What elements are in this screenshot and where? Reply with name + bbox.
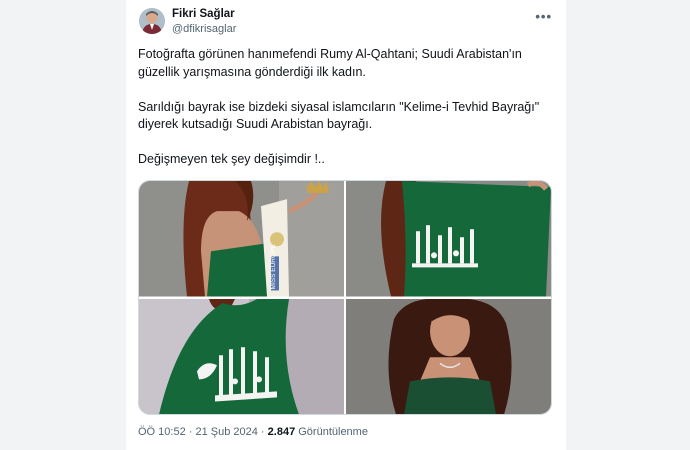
photo-4[interactable]	[346, 298, 551, 414]
photo-grid: MISS EUROPE	[138, 180, 552, 415]
photo-3[interactable]	[139, 298, 344, 414]
tweet-card: Fikri Sağlar @dfikrisaglar ••• Fotoğraft…	[125, 0, 567, 450]
sash-text: MISS EUROPE	[270, 244, 277, 290]
author-handle[interactable]: @dfikrisaglar	[172, 23, 236, 35]
author-name[interactable]: Fikri Sağlar	[172, 8, 235, 20]
view-count: 2.847	[267, 426, 296, 438]
tweet-date[interactable]: 21 Şub 2024	[195, 426, 257, 438]
tweet-paragraph: Değişmeyen tek şey değişimdir !..	[138, 152, 325, 166]
tweet-text: Fotoğrafta görünen hanımefendi Rumy Al-Q…	[138, 46, 553, 186]
photo-2[interactable]	[346, 181, 551, 297]
meta-separator: ·	[257, 426, 268, 438]
avatar[interactable]	[139, 8, 165, 34]
views-label: Görüntülenme	[298, 426, 368, 438]
tweet-paragraph: Sarıldığı bayrak ise bizdeki siyasal isl…	[138, 99, 540, 132]
tweet-time[interactable]: ÖÖ 10:52	[138, 426, 186, 438]
photo-1[interactable]: MISS EUROPE	[139, 181, 344, 297]
tweet-meta: ÖÖ 10:52 · 21 Şub 2024 · 2.847 Görüntüle…	[138, 426, 368, 438]
more-horizontal-icon[interactable]: •••	[535, 9, 552, 24]
tweet-paragraph: Fotoğrafta görünen hanımefendi Rumy Al-Q…	[138, 47, 522, 79]
